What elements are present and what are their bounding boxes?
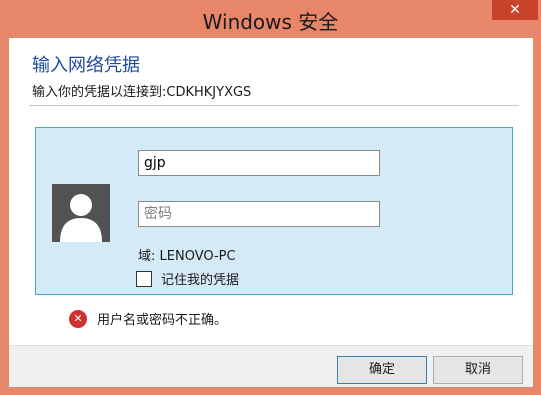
domain-label: 域: LENOVO-PC	[138, 249, 236, 264]
credential-tile: 域: LENOVO-PC 记住我的凭据	[35, 127, 513, 295]
remember-label[interactable]: 记住我的凭据	[161, 269, 239, 288]
security-dialog-window: Windows 安全 ✕ 输入网络凭据 输入你的凭据以连接到:CDKHKJYXG…	[0, 0, 541, 395]
cancel-button[interactable]: 取消	[433, 356, 523, 384]
button-bar: 确定 取消	[9, 345, 533, 387]
close-icon: ✕	[509, 2, 521, 18]
title-bar[interactable]: Windows 安全 ✕	[0, 0, 541, 38]
error-message-row: ✕ 用户名或密码不正确。	[69, 309, 227, 328]
username-input[interactable]	[138, 150, 380, 176]
close-button[interactable]: ✕	[492, 0, 538, 20]
error-message: 用户名或密码不正确。	[97, 313, 228, 328]
remember-credentials-option[interactable]: 记住我的凭据	[136, 269, 239, 288]
divider	[29, 105, 519, 106]
ok-button[interactable]: 确定	[337, 356, 427, 384]
dialog-subheading: 输入你的凭据以连接到:CDKHKJYXGS	[32, 85, 252, 100]
remember-checkbox[interactable]	[136, 270, 152, 287]
dialog-body: 输入网络凭据 输入你的凭据以连接到:CDKHKJYXGS 域: LENOVO-P…	[9, 38, 533, 387]
password-input[interactable]	[138, 201, 380, 227]
window-title: Windows 安全	[202, 10, 339, 34]
user-avatar-icon	[52, 184, 110, 242]
error-x-icon: ✕	[69, 309, 87, 328]
dialog-heading: 输入网络凭据	[32, 55, 140, 76]
